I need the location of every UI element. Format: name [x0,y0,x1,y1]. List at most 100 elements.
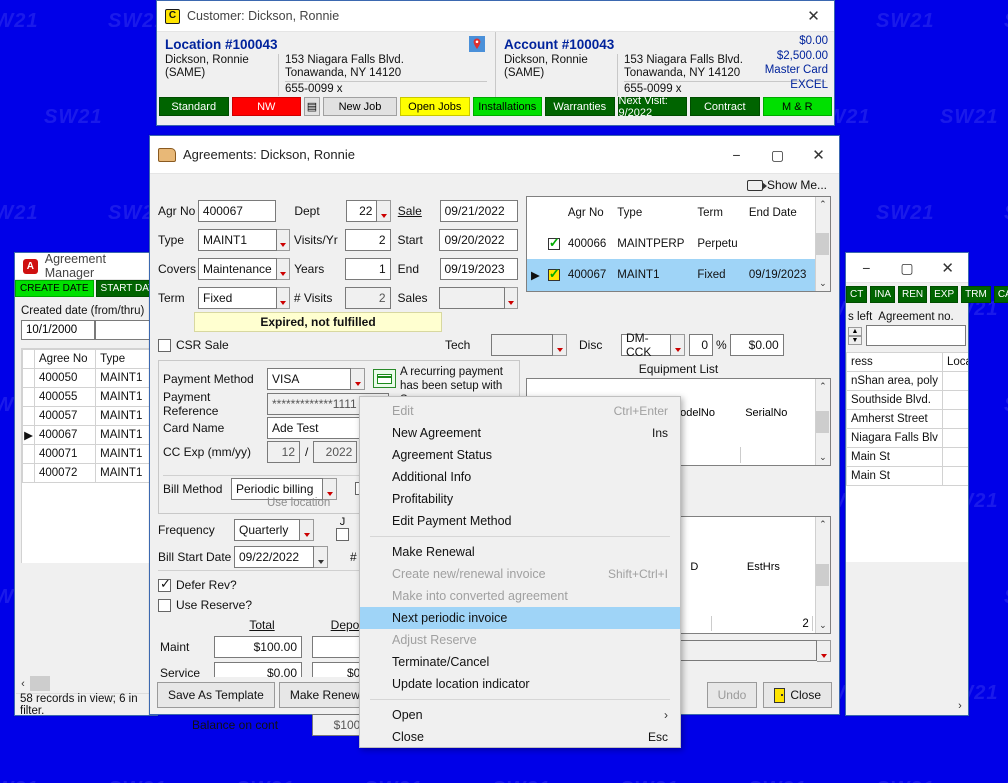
map-pin-icon[interactable] [469,36,485,52]
payment-method-dropdown-icon[interactable] [351,367,365,390]
sale-date-input[interactable]: 09/21/2022 [439,199,518,222]
scroll-down-arrow-icon[interactable]: ⌄ [819,452,827,463]
table-row[interactable]: Southside Blvd. 100 [846,390,968,410]
agreements-minimize-button[interactable]: − [716,136,757,174]
scroll-up-arrow-icon[interactable]: ⌃ [819,199,827,210]
schedule-footer-dropdown-icon[interactable] [817,640,831,662]
agreement-list-grid[interactable]: Agr No Type Term End Date 400066 MAINTPE… [526,196,831,292]
scroll-up-arrow-icon[interactable]: ⌃ [819,519,827,530]
agreements-maximize-button[interactable]: ▢ [757,136,798,174]
bill-start-date-dropdown-icon[interactable] [314,545,328,568]
disc-percent-input[interactable]: 0 [689,334,713,356]
type-dropdown-icon[interactable] [276,228,290,251]
frequency-input[interactable]: Quarterly [234,518,300,541]
save-as-template-button[interactable]: Save As Template [157,682,275,708]
years-input[interactable]: 1 [345,257,391,280]
tab-ina[interactable]: INA [870,286,896,303]
horizontal-scrollbar[interactable]: ‹ [16,675,156,692]
tab-ren[interactable]: REN [898,286,928,303]
csr-sale-checkbox[interactable] [158,338,171,352]
menu-item-close[interactable]: Close Esc [360,726,680,748]
end-date-input[interactable]: 09/19/2023 [439,257,518,280]
menu-item-edit-payment-method[interactable]: Edit Payment Method [360,510,680,532]
visits-yr-input[interactable]: 2 [345,228,391,251]
equipment-scrollbar[interactable]: ⌃ ⌄ [814,379,830,465]
dept-dropdown-icon[interactable] [377,199,391,222]
menu-item-next-periodic-invoice[interactable]: Next periodic invoice [360,607,680,629]
scroll-left-arrow[interactable]: ‹ [16,678,30,690]
covers-dropdown-icon[interactable] [276,257,291,280]
menu-item-update-location-indicator[interactable]: Update location indicator [360,673,680,695]
type-input[interactable]: MAINT1 [197,228,277,251]
table-row[interactable]: nShan area, poly 100 [846,371,968,391]
tab-create-date[interactable]: CREATE DATE [15,280,94,297]
location-grid[interactable]: ress Location nShan area, poly 100 South… [846,352,968,562]
close-button[interactable]: Close [763,682,832,708]
customer-close-button[interactable]: ✕ [793,1,834,31]
table-row[interactable]: Niagara Falls Blv 100 [846,428,968,448]
table-row-selected[interactable]: ▶ 400067 MAINT1 Fixed 09/19/2023 [527,259,815,291]
tech-input[interactable] [491,334,553,356]
days-left-stepper[interactable]: ▲ ▼ [848,326,862,345]
sales-input[interactable] [439,286,505,309]
maint-total-input[interactable]: $100.00 [214,636,302,658]
agreement-no-input[interactable] [866,325,966,346]
scroll-thumb[interactable] [30,676,50,691]
agreements-close-button[interactable]: ✕ [798,136,839,174]
menu-item-adjust-reserve[interactable]: Adjust Reserve [360,629,680,651]
menu-item-open[interactable]: Open › [360,704,680,726]
agr-no-input[interactable]: 400067 [197,199,277,222]
menu-item-additional-info[interactable]: Additional Info [360,466,680,488]
menu-item-edit[interactable]: Edit Ctrl+Enter [360,400,680,422]
scroll-thumb[interactable] [816,233,830,255]
defer-rev-checkbox[interactable] [158,576,171,592]
tab-can[interactable]: CAN [993,286,1008,303]
agreement-list-scrollbar[interactable]: ⌃ ⌄ [814,197,830,291]
clipboard-icon[interactable]: ▤ [304,97,320,116]
undo-button[interactable]: Undo [706,682,758,708]
menu-item-agreement-status[interactable]: Agreement Status [360,444,680,466]
tab-act[interactable]: CT [846,286,868,303]
menu-item-terminate-cancel[interactable]: Terminate/Cancel [360,651,680,673]
button-warranties[interactable]: Warranties [545,97,615,116]
table-row[interactable]: Amherst Street 100 [846,409,968,429]
term-dropdown-icon[interactable] [276,286,290,309]
scroll-up-arrow-icon[interactable]: ⌃ [819,381,827,392]
right-horizontal-scrollbar[interactable]: › [847,697,967,714]
credit-card-icon[interactable] [373,369,396,388]
menu-item-make-into-converted-agreement[interactable]: Make into converted agreement [360,585,680,607]
menu-item-create-new-renewal-invoice[interactable]: Create new/renewal invoice Shift+Ctrl+I [360,563,680,585]
button-open-jobs[interactable]: Open Jobs [400,97,470,116]
button-contract[interactable]: Contract [690,97,760,116]
scroll-right-arrow[interactable]: › [953,700,967,712]
frequency-dropdown-icon[interactable] [300,518,314,541]
button-next-visit[interactable]: Next Visit: 9/2022 [617,95,687,119]
term-input[interactable]: Fixed [197,286,277,309]
stepper-up-icon[interactable]: ▲ [848,326,862,336]
table-row[interactable]: Main St 100 [846,447,968,467]
show-me-button[interactable]: Show Me... [150,174,839,196]
button-nw[interactable]: NW [231,97,301,116]
tab-trm[interactable]: TRM [961,286,991,303]
tech-dropdown-icon[interactable] [553,334,567,356]
cc-exp-month-input[interactable]: 12 [267,441,300,463]
minimize-button[interactable]: − [846,253,887,283]
close-button[interactable]: ✕ [927,253,968,283]
disc-dropdown-icon[interactable] [671,334,685,356]
covers-input[interactable]: Maintenance [197,257,277,280]
stepper-down-icon[interactable]: ▼ [848,335,862,345]
button-m-and-r[interactable]: M & R [762,97,832,116]
start-date-input[interactable]: 09/20/2022 [439,228,518,251]
payment-method-input[interactable]: VISA [267,367,351,390]
disc-input[interactable]: DM-CCK [621,331,671,359]
maximize-button[interactable]: ▢ [887,253,928,283]
tab-exp[interactable]: EXP [930,286,959,303]
created-date-from-input[interactable] [21,320,95,340]
sales-dropdown-icon[interactable] [504,286,519,309]
table-row[interactable]: 400066 MAINTPERP Perpetu [527,229,815,259]
dept-input[interactable]: 22 [345,199,378,222]
scroll-down-arrow-icon[interactable]: ⌄ [819,278,827,289]
menu-item-profitability[interactable]: Profitability [360,488,680,510]
table-row[interactable]: Main St 100 [846,466,968,486]
scroll-thumb[interactable] [816,564,830,586]
